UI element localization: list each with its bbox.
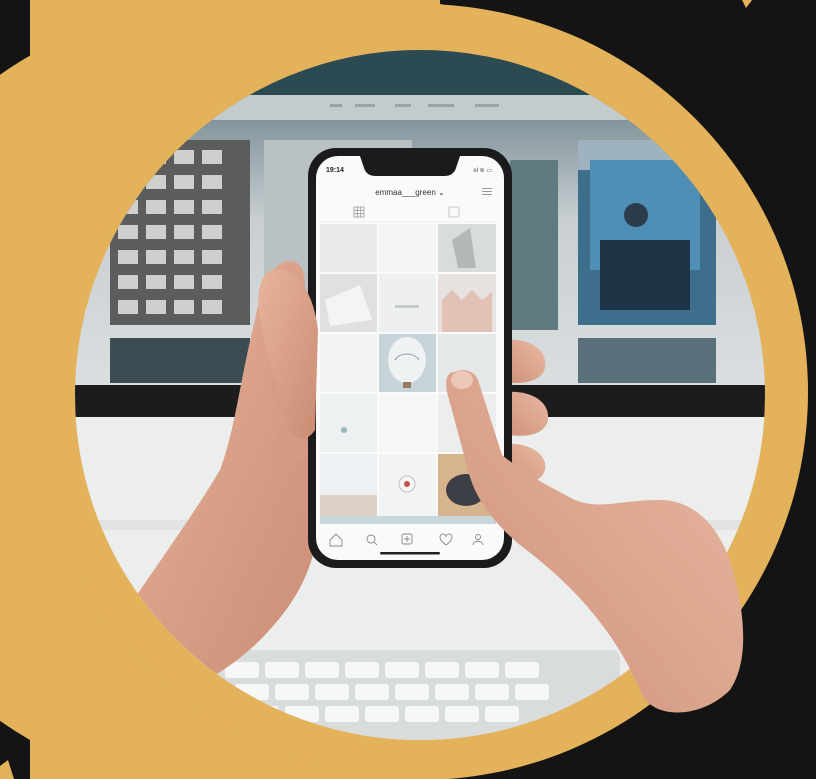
phone-screen: 19:14 ııl ≋ ▭ emmaa___green ⌄ — [318, 158, 502, 558]
status-indicators: ııl ≋ ▭ — [473, 168, 492, 174]
gold-corner-mark-bottom — [0, 760, 14, 779]
profile-username[interactable]: emmaa___green ⌄ — [318, 188, 502, 197]
status-time: 19:14 — [326, 167, 344, 174]
gold-corner-mark — [742, 0, 752, 8]
photo-stage: 19:14 ııl ≋ ▭ emmaa___green ⌄ — [0, 0, 816, 779]
menu-icon[interactable] — [482, 188, 492, 196]
